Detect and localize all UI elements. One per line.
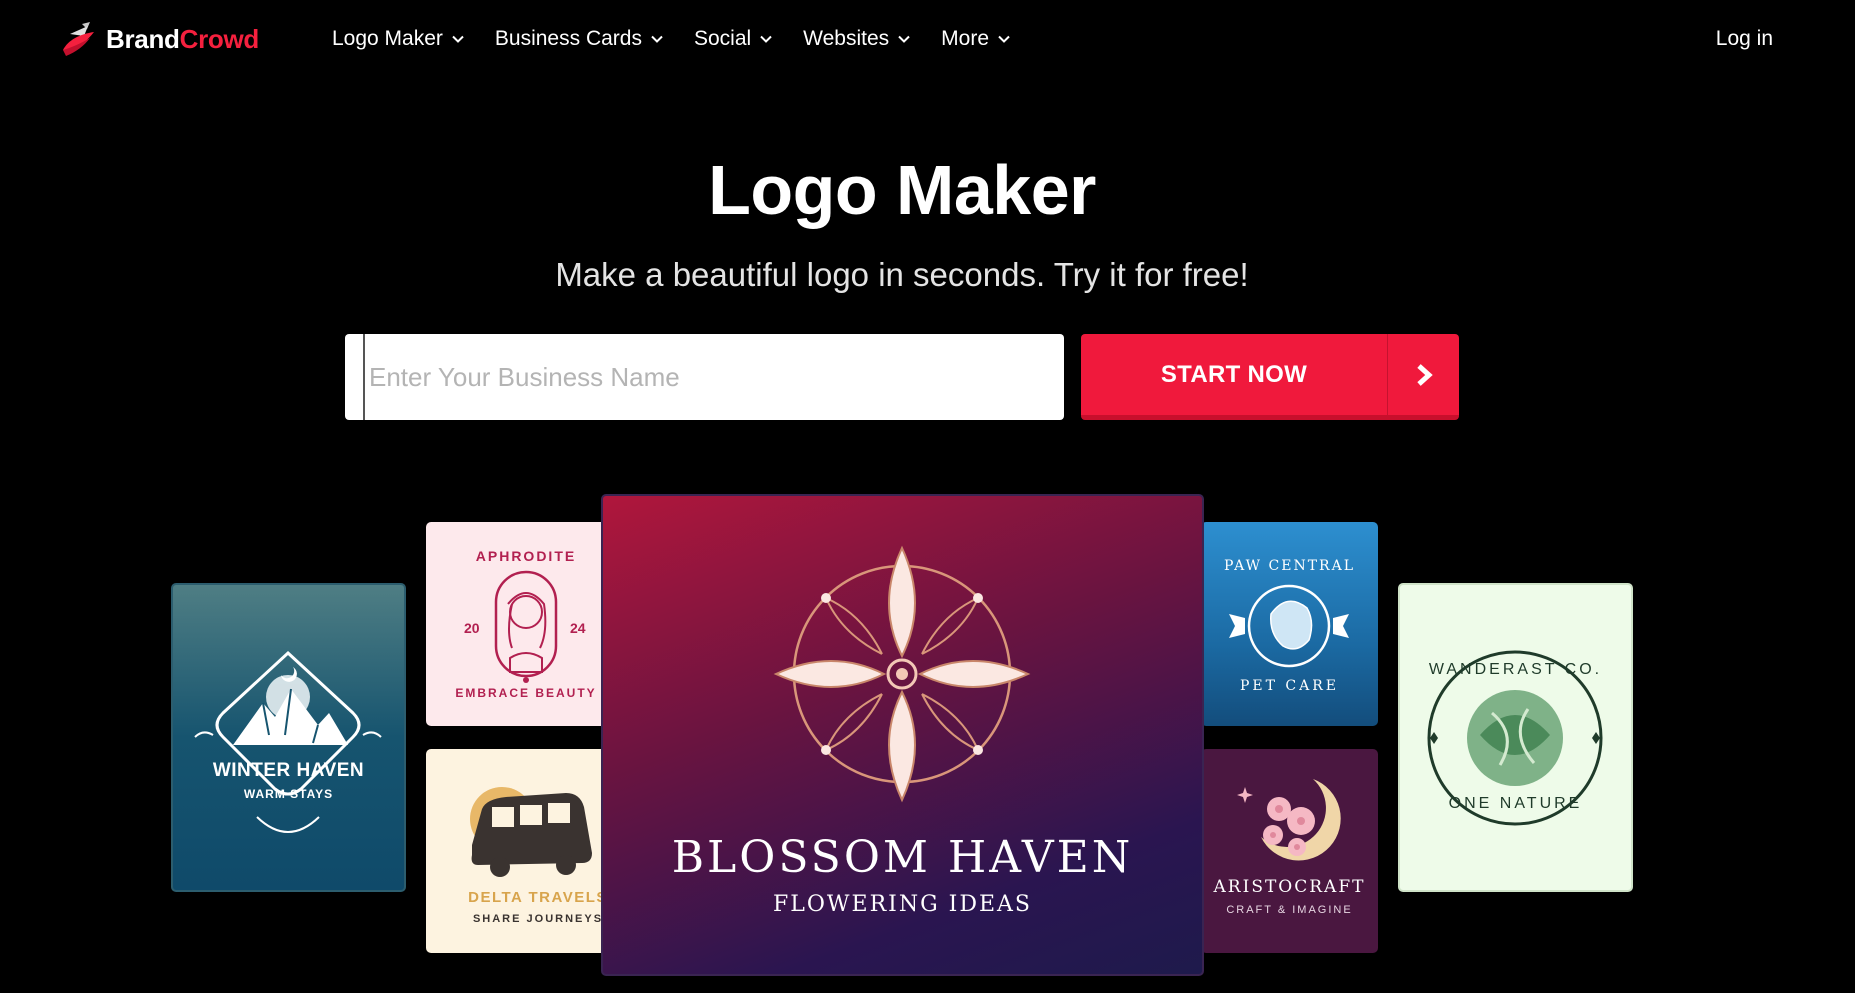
chevron-down-icon (998, 35, 1010, 43)
delta-travels-tagline: SHARE JOURNEYS (472, 913, 604, 925)
delta-travels-name: DELTA TRAVELS (468, 889, 608, 906)
brand-name: BrandCrowd (106, 23, 260, 54)
nav-more[interactable]: More (941, 24, 1011, 54)
brand-logo[interactable]: BrandCrowd (60, 20, 259, 58)
brandcrowd-logo-icon (63, 22, 94, 56)
start-now-button[interactable]: START NOW (1081, 334, 1459, 420)
mountain-badge-icon (194, 650, 382, 833)
wanderast-top-text: WANDERAST CO. (1428, 661, 1603, 678)
chevron-down-icon (760, 35, 772, 43)
paw-central-bottom-text: PET CARE (1239, 678, 1339, 694)
logo-card-delta-travels[interactable]: DELTA TRAVELS SHARE JOURNEYS (426, 749, 626, 953)
wanderast-bottom-text: ONE NATURE (1448, 795, 1583, 812)
nav-business-cards[interactable]: Business Cards (495, 24, 664, 54)
logo-card-aphrodite[interactable]: APHRODITE 20 24 EMBRACE BEAUTY (426, 522, 626, 726)
nav-websites[interactable]: Websites (803, 24, 911, 54)
chevron-down-icon (651, 35, 663, 43)
winter-haven-name: WINTER HAVEN (212, 760, 365, 781)
blossom-haven-tagline: FLOWERING IDEAS (772, 892, 1032, 917)
start-now-label: START NOW (1160, 360, 1308, 388)
chevron-right-icon (1387, 334, 1459, 415)
business-name-input[interactable] (363, 334, 1043, 420)
chevron-down-icon (898, 35, 910, 43)
winter-haven-tagline: WARM STAYS (243, 787, 334, 801)
login-link[interactable]: Log in (1716, 24, 1773, 54)
aphrodite-bottom-text: EMBRACE BEAUTY (455, 686, 597, 700)
main-menu: Logo Maker Business Cards Social Website… (332, 24, 1041, 54)
logo-card-paw-central[interactable]: PAW CENTRAL PET CARE (1201, 522, 1378, 726)
aphrodite-top-text: APHRODITE (475, 548, 577, 564)
paw-central-top-text: PAW CENTRAL (1224, 558, 1355, 574)
dog-badge-icon (1229, 584, 1349, 668)
logo-card-blossom-haven[interactable]: BLOSSOM HAVEN FLOWERING IDEAS (601, 494, 1204, 976)
top-navigation: BrandCrowd Logo Maker Business Cards Soc… (0, 0, 1855, 78)
business-name-field (345, 334, 1064, 420)
aphrodite-year-left: 20 (464, 620, 480, 636)
nav-social[interactable]: Social (694, 24, 773, 54)
logo-card-aristocraft[interactable]: ARISTOCRAFT CRAFT & IMAGINE (1201, 749, 1378, 953)
nav-logo-maker[interactable]: Logo Maker (332, 24, 465, 54)
aphrodite-year-right: 24 (570, 620, 586, 636)
page-title: Logo Maker (708, 151, 1096, 229)
logo-card-wanderast[interactable]: WANDERAST CO. ONE NATURE (1398, 583, 1633, 892)
chevron-down-icon (452, 35, 464, 43)
leaf-emblem-icon (1427, 650, 1603, 826)
moon-flowers-icon (1237, 779, 1341, 861)
aristocraft-name: ARISTOCRAFT (1213, 877, 1366, 897)
logo-card-winter-haven[interactable]: WINTER HAVEN WARM STAYS (171, 583, 406, 892)
blossom-haven-name: BLOSSOM HAVEN (671, 832, 1134, 883)
aristocraft-tagline: CRAFT & IMAGINE (1226, 904, 1353, 916)
page-subtitle: Make a beautiful logo in seconds. Try it… (555, 256, 1249, 293)
